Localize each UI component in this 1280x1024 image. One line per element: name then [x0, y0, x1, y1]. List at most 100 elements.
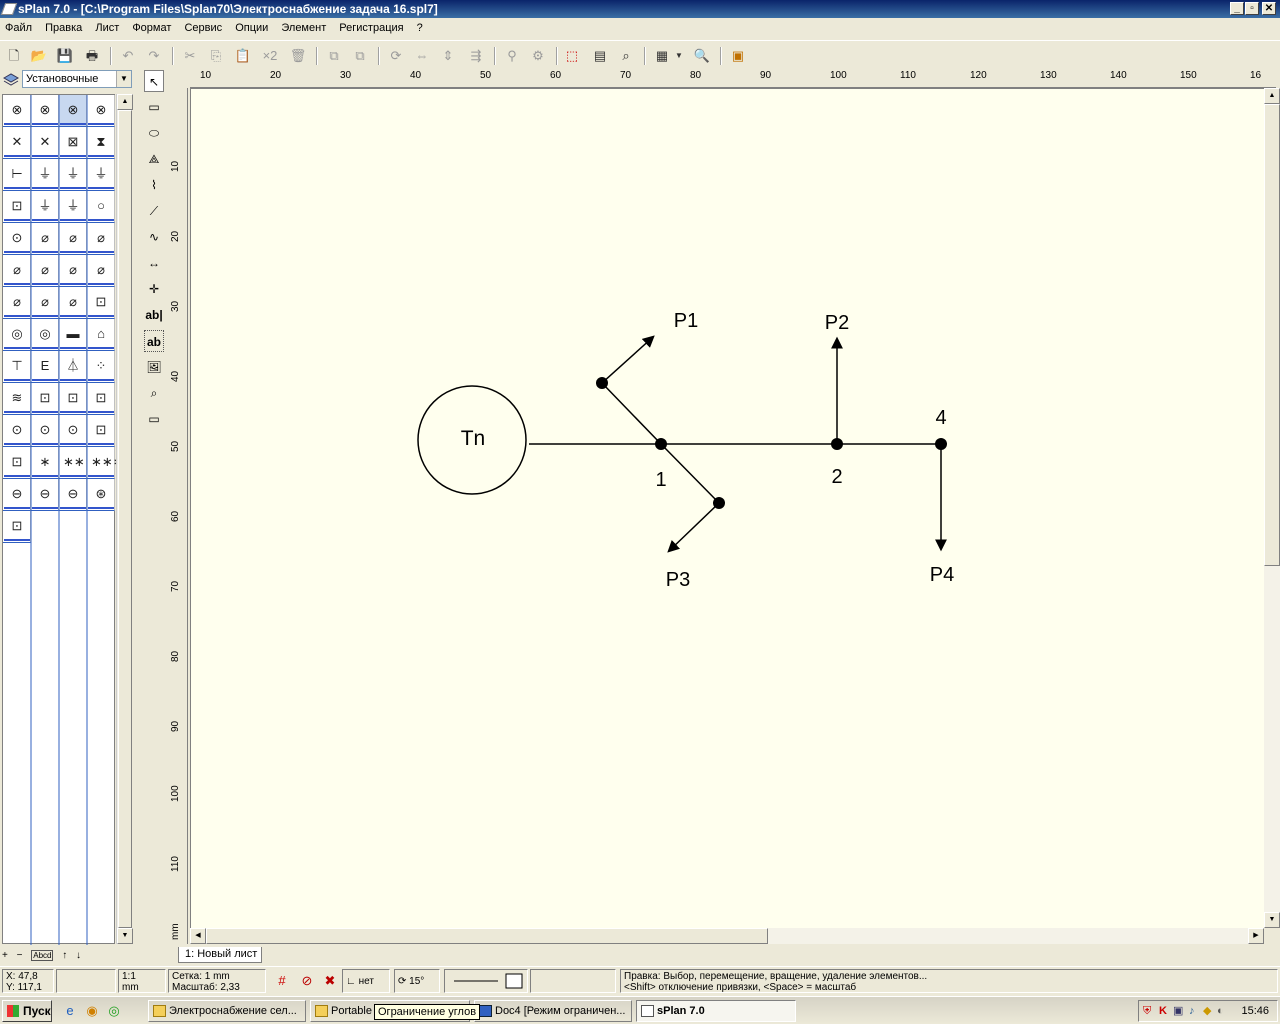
load-p4-label[interactable]: P4 [930, 564, 954, 586]
node-4-label[interactable]: 4 [935, 407, 946, 429]
library-item[interactable]: ⌀ [87, 255, 115, 287]
group-icon[interactable]: ⚲ [502, 46, 522, 66]
library-item[interactable]: ◎ [31, 319, 59, 351]
tray-icon-5[interactable]: ◆ [1203, 1001, 1211, 1021]
library-item[interactable]: ⌂ [87, 319, 115, 351]
library-scrollbar[interactable]: ▲ ▼ [116, 94, 133, 944]
library-item[interactable]: ⊗ [87, 95, 115, 127]
scroll-left-icon[interactable]: ◀ [190, 928, 206, 944]
tray-icon-6[interactable]: ◐ [1217, 1001, 1224, 1021]
task-folder[interactable]: Электроснабжение сел... [148, 1000, 306, 1022]
library-item[interactable]: ⌀ [31, 255, 59, 287]
rename-library-button[interactable]: Abcd [31, 950, 54, 961]
undo-icon[interactable]: ↶ [118, 46, 138, 66]
library-item[interactable]: ⏚ [87, 159, 115, 191]
layers-icon[interactable] [3, 72, 19, 86]
library-item[interactable]: ⊡ [31, 383, 59, 415]
library-item[interactable]: ∗∗ [59, 447, 87, 479]
library-item[interactable]: ⌀ [59, 223, 87, 255]
menu-help[interactable]: ? [412, 18, 428, 38]
task-word[interactable]: Doc4 [Режим ограничен... [474, 1000, 632, 1022]
library-item[interactable]: ⌀ [3, 287, 31, 319]
library-item[interactable]: ⊖ [59, 479, 87, 511]
library-scroll-thumb[interactable] [118, 110, 132, 928]
quicklaunch-icon-2[interactable]: ◉ [82, 1001, 102, 1021]
menu-file[interactable]: Файл [0, 18, 37, 38]
library-item[interactable]: ⊙ [3, 223, 31, 255]
align-icon[interactable]: ⇶ [466, 46, 486, 66]
library-item[interactable]: ∗∗∗ [87, 447, 124, 479]
library-item[interactable]: ⌀ [59, 255, 87, 287]
library-item[interactable]: ⊗ [59, 95, 87, 127]
add-library-button[interactable]: + [2, 950, 8, 961]
textbox-tool-icon[interactable]: ab [144, 330, 164, 352]
load-p1-label[interactable]: P1 [674, 310, 698, 332]
dimension-tool-icon[interactable]: ↔ [144, 252, 164, 274]
network-icon[interactable]: ▣ [1173, 1001, 1183, 1021]
chevron-down-icon[interactable]: ▼ [116, 71, 131, 87]
scroll-up-icon[interactable]: ▲ [1264, 88, 1280, 104]
scroll-down-icon[interactable]: ▼ [117, 928, 133, 944]
menu-format[interactable]: Формат [127, 18, 176, 38]
image-tool-icon[interactable]: 🖼 [144, 356, 164, 378]
library-item[interactable]: ○ [87, 191, 115, 223]
vertical-scroll-thumb[interactable] [1264, 104, 1280, 566]
paste-icon[interactable]: 📋 [233, 46, 253, 66]
antivirus-icon[interactable]: ⛨ [1143, 1001, 1151, 1021]
snap-toggle-icon[interactable]: ⊘ [297, 971, 317, 991]
start-button[interactable]: Пуск [2, 1000, 52, 1022]
library-item[interactable]: ⏃ [59, 351, 87, 383]
library-item[interactable]: ✕ [3, 127, 31, 159]
mirror-v-icon[interactable]: ⇕ [438, 46, 458, 66]
ie-icon[interactable]: e [60, 1001, 80, 1021]
library-item[interactable]: ⊤ [3, 351, 31, 383]
node-p1-dot[interactable] [596, 377, 608, 389]
library-item[interactable]: ⊡ [87, 383, 115, 415]
library-item[interactable]: E [31, 351, 59, 383]
canvas-horizontal-scrollbar[interactable]: ◀ ▶ [190, 928, 1264, 944]
library-item[interactable]: ⊗ [31, 95, 59, 127]
sheet-tab[interactable]: 1: Новый лист [178, 947, 262, 963]
library-item[interactable]: ⌀ [3, 255, 31, 287]
menu-sheet[interactable]: Лист [90, 18, 124, 38]
ellipse-tool-icon[interactable]: ⬭ [144, 122, 164, 144]
library-item[interactable]: ≋ [3, 383, 31, 415]
library-editor-icon[interactable]: ▣ [728, 46, 748, 66]
library-item[interactable]: ⊛ [87, 479, 115, 511]
library-item[interactable]: ⧗ [87, 127, 115, 159]
horizontal-ruler[interactable]: 10 20 30 40 50 60 70 80 90 100 110 120 130 140 150 16 [190, 70, 1276, 88]
library-item[interactable]: ⏚ [31, 159, 59, 191]
move-down-button[interactable]: ↓ [76, 950, 81, 961]
zoom-icon[interactable]: 🔍 [692, 46, 712, 66]
library-item[interactable]: ⊡ [3, 511, 31, 543]
arrow-p1[interactable] [601, 335, 655, 384]
arrow-p3[interactable] [667, 502, 720, 553]
drawing-canvas[interactable]: Tn 1 2 4 P1 P2 P3 P4 [190, 88, 1264, 928]
library-item[interactable]: ▬ [59, 319, 87, 351]
load-p2-label[interactable]: P2 [825, 312, 849, 334]
load-p3-label[interactable]: P3 [666, 569, 690, 591]
line-style-field[interactable] [444, 969, 528, 993]
vertical-ruler[interactable]: mm 10 20 30 40 50 60 70 80 90 100 110 [168, 88, 188, 944]
library-item[interactable]: ◎ [3, 319, 31, 351]
save-icon[interactable]: 💾 [55, 46, 75, 66]
library-item[interactable]: ⊡ [59, 383, 87, 415]
library-item[interactable]: ⊡ [3, 191, 31, 223]
polygon-tool-icon[interactable]: ⟁ [144, 148, 164, 170]
library-item[interactable]: ⏚ [59, 159, 87, 191]
library-item[interactable]: ⊠ [59, 127, 87, 159]
library-item[interactable]: ⌀ [31, 223, 59, 255]
library-item[interactable]: ⊗ [3, 95, 31, 127]
measure-tool-icon[interactable]: ▭ [144, 408, 164, 430]
node-1-dot[interactable] [655, 438, 667, 450]
library-item[interactable]: ⊙ [3, 415, 31, 447]
scroll-up-icon[interactable]: ▲ [117, 94, 133, 110]
scroll-down-icon[interactable]: ▼ [1264, 912, 1280, 928]
volume-icon[interactable]: ♪ [1189, 1001, 1195, 1021]
open-folder-icon[interactable]: 📂 [29, 46, 49, 66]
remove-library-button[interactable]: − [17, 950, 23, 961]
ruler-corner[interactable] [168, 70, 190, 88]
library-item[interactable]: ⌀ [31, 287, 59, 319]
rotate-icon[interactable]: ⟳ [386, 46, 406, 66]
minimize-button[interactable]: _ [1230, 2, 1244, 15]
